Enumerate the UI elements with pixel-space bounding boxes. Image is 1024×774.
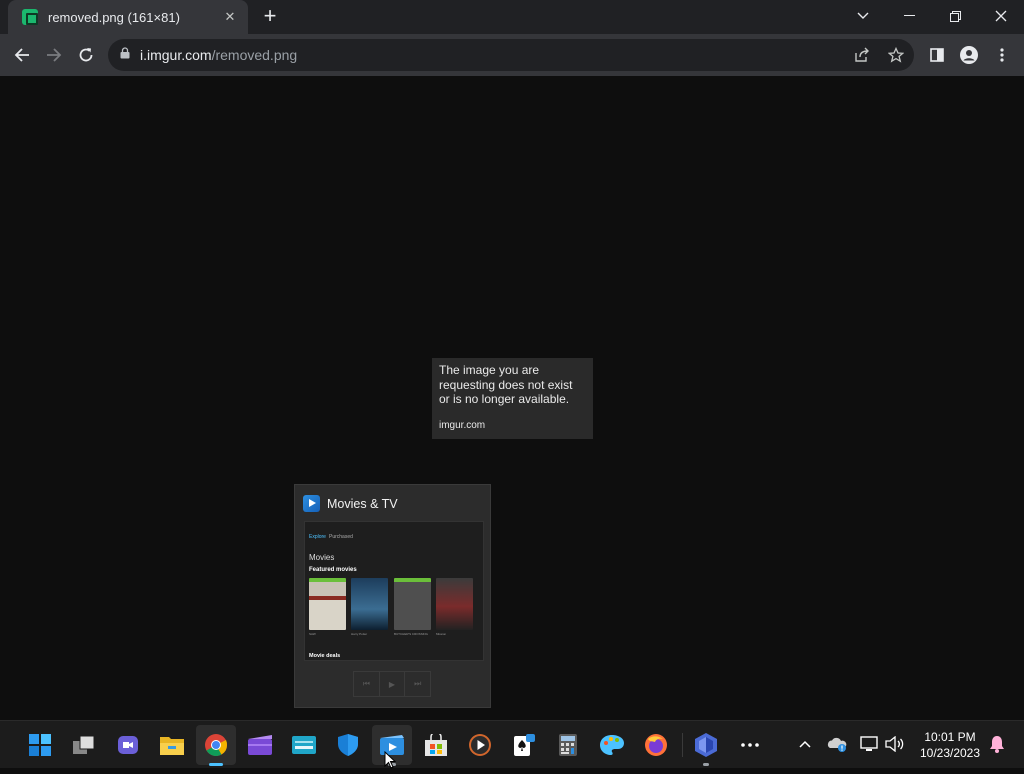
firefox-icon[interactable] [636,725,676,765]
keyboard-app-icon[interactable] [284,725,324,765]
thumb-poster-label: BUTCHER'S CROSSING [394,632,428,636]
copilot-indicator [703,763,709,766]
thumb-heading: Movies [309,553,335,562]
profile-icon[interactable] [955,41,983,69]
media-player-icon[interactable] [460,725,500,765]
url-text: i.imgur.com/removed.png [140,47,298,63]
reload-icon[interactable] [72,41,100,69]
onedrive-icon[interactable] [826,733,848,755]
tab-close-icon[interactable]: ✕ [222,9,238,25]
new-tab-button[interactable]: + [258,5,282,29]
file-explorer-icon[interactable] [152,725,192,765]
clock-time: 10:01 PM [924,730,976,744]
clipchamp-icon[interactable] [240,725,280,765]
paint-icon[interactable] [592,725,632,765]
task-view-icon[interactable] [64,725,104,765]
bookmark-star-icon[interactable] [887,46,905,68]
notification-bell-icon[interactable] [986,733,1008,755]
previous-icon[interactable]: ⏮ [354,672,380,696]
next-icon[interactable]: ⏭ [405,672,430,696]
back-arrow-icon[interactable] [8,41,36,69]
movies-tv-icon [303,495,320,512]
menu-kebab-icon[interactable] [988,41,1016,69]
chrome-active-indicator [209,763,223,766]
mouse-cursor-icon [384,750,397,774]
page-viewport: The image you are requesting does not ex… [0,76,1024,720]
forward-arrow-icon[interactable] [40,41,68,69]
thumb-poster-label: Harry Potter [351,632,368,636]
close-window-icon[interactable] [978,0,1024,32]
thumb-deals: Movie deals [309,653,341,659]
solitaire-icon[interactable] [504,725,544,765]
tab-search-icon[interactable] [840,0,886,32]
browser-tab-strip: removed.png (161×81) ✕ + [0,0,1024,34]
system-clock[interactable]: 10:01 PM 10/23/2023 [912,729,988,761]
copilot-icon[interactable] [686,725,726,765]
preview-app-title: Movies & TV [327,496,398,511]
thumb-poster-label: Mission [436,632,447,636]
taskbar-window-preview[interactable]: Movies & TV Explore Purchased Movies Fea… [294,484,491,708]
thumb-tab-purchased: Purchased [329,534,353,540]
clock-date: 10/23/2023 [919,746,981,760]
restore-icon[interactable] [932,0,978,32]
network-icon[interactable] [858,733,880,755]
minimize-icon[interactable] [886,0,932,32]
tab-title: removed.png (161×81) [48,9,180,25]
preview-media-controls: ⏮ ▶ ⏭ [353,671,431,697]
share-icon[interactable] [854,47,870,68]
address-bar[interactable]: i.imgur.com/removed.png [108,39,914,71]
microsoft-store-icon[interactable] [416,725,456,765]
play-icon[interactable]: ▶ [380,672,406,696]
thumb-poster-label: SAW [309,632,316,636]
removed-message: The image you are requesting does not ex… [439,363,573,406]
show-hidden-icons-icon[interactable] [794,733,816,755]
removed-site-label: imgur.com [439,419,486,431]
imgur-favicon-icon [22,9,38,25]
browser-tab[interactable]: removed.png (161×81) ✕ [8,0,248,34]
volume-icon[interactable] [884,733,906,755]
removed-image: The image you are requesting does not ex… [432,358,593,439]
more-apps-icon[interactable] [730,725,770,765]
calculator-icon[interactable] [548,725,588,765]
preview-thumbnail[interactable]: Explore Purchased Movies Featured movies… [304,521,484,661]
thumb-poster [351,578,388,630]
browser-toolbar: i.imgur.com/removed.png [0,34,1024,76]
taskbar-divider [682,733,683,757]
side-panel-icon[interactable] [923,41,951,69]
security-shield-icon[interactable] [328,725,368,765]
preview-header: Movies & TV [303,495,398,512]
start-icon[interactable] [20,725,60,765]
chrome-icon[interactable] [196,725,236,765]
taskbar: 10:01 PM 10/23/2023 [0,720,1024,769]
thumb-poster [436,578,473,630]
thumb-tab-explore: Explore [309,534,326,540]
thumb-poster [394,578,431,630]
thumb-poster [309,578,346,630]
teams-chat-icon[interactable] [108,725,148,765]
thumb-featured: Featured movies [309,567,357,573]
lock-icon[interactable] [120,46,130,64]
